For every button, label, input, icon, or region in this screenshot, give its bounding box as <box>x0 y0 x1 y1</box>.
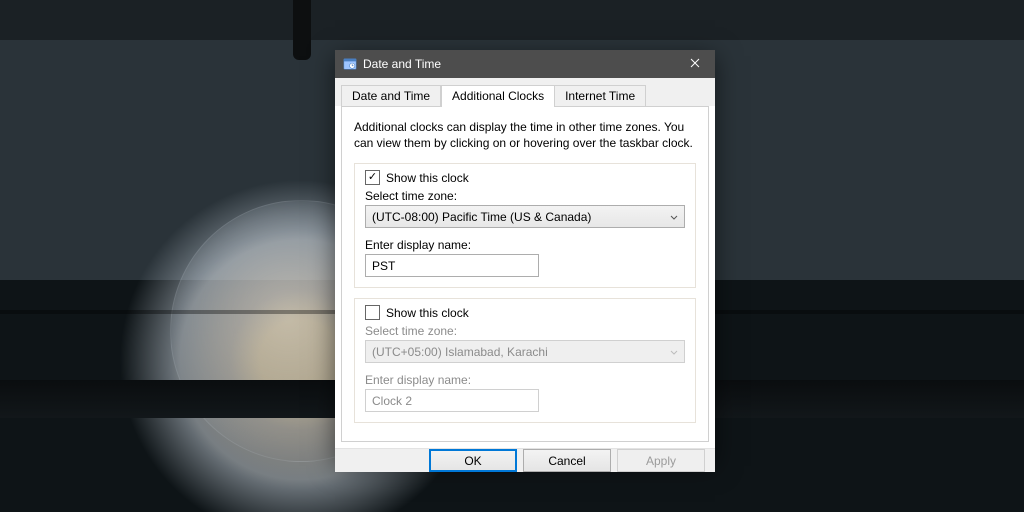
clock2-display-name-value: Clock 2 <box>372 394 412 408</box>
chevron-down-icon <box>670 345 678 359</box>
clock2-timezone-combo: (UTC+05:00) Islamabad, Karachi <box>365 340 685 363</box>
clock2-display-name-input: Clock 2 <box>365 389 539 412</box>
clock2-show-checkbox[interactable] <box>365 305 380 320</box>
clock2-timezone-value: (UTC+05:00) Islamabad, Karachi <box>372 345 548 359</box>
clock2-tz-label: Select time zone: <box>365 324 685 338</box>
titlebar[interactable]: Date and Time <box>335 50 715 78</box>
clock2-show-label: Show this clock <box>386 306 469 320</box>
bg-lamp-stem <box>293 0 311 60</box>
clock2-name-label: Enter display name: <box>365 373 685 387</box>
clock1-timezone-combo[interactable]: (UTC-08:00) Pacific Time (US & Canada) <box>365 205 685 228</box>
description-text: Additional clocks can display the time i… <box>354 119 696 151</box>
clock1-display-name-input[interactable]: PST <box>365 254 539 277</box>
clock1-tz-label: Select time zone: <box>365 189 685 203</box>
button-label: OK <box>464 454 481 468</box>
dialog-button-row: OK Cancel Apply <box>335 448 715 472</box>
tabstrip: Date and Time Additional Clocks Internet… <box>335 78 715 106</box>
app-icon <box>343 57 357 71</box>
clock1-show-checkbox[interactable] <box>365 170 380 185</box>
clock1-display-name-value: PST <box>372 259 395 273</box>
clock1-timezone-value: (UTC-08:00) Pacific Time (US & Canada) <box>372 210 591 224</box>
clock2-group: Show this clock Select time zone: (UTC+0… <box>354 298 696 423</box>
clock1-show-label: Show this clock <box>386 171 469 185</box>
button-label: Cancel <box>548 454 585 468</box>
tab-label: Additional Clocks <box>452 89 544 103</box>
tab-label: Date and Time <box>352 89 430 103</box>
ok-button[interactable]: OK <box>429 449 517 472</box>
window-title: Date and Time <box>363 57 675 71</box>
cancel-button[interactable]: Cancel <box>523 449 611 472</box>
close-icon <box>690 57 700 71</box>
tab-date-and-time[interactable]: Date and Time <box>341 85 441 107</box>
button-label: Apply <box>646 454 676 468</box>
tab-additional-clocks[interactable]: Additional Clocks <box>441 85 555 107</box>
chevron-down-icon <box>670 210 678 224</box>
clock1-group: Show this clock Select time zone: (UTC-0… <box>354 163 696 288</box>
tab-internet-time[interactable]: Internet Time <box>555 85 646 107</box>
date-and-time-dialog: Date and Time Date and Time Additional C… <box>335 50 715 460</box>
desktop-background: Date and Time Date and Time Additional C… <box>0 0 1024 512</box>
apply-button: Apply <box>617 449 705 472</box>
tabpage-additional-clocks: Additional clocks can display the time i… <box>341 106 709 442</box>
close-button[interactable] <box>675 50 715 78</box>
tab-label: Internet Time <box>565 89 635 103</box>
clock1-name-label: Enter display name: <box>365 238 685 252</box>
